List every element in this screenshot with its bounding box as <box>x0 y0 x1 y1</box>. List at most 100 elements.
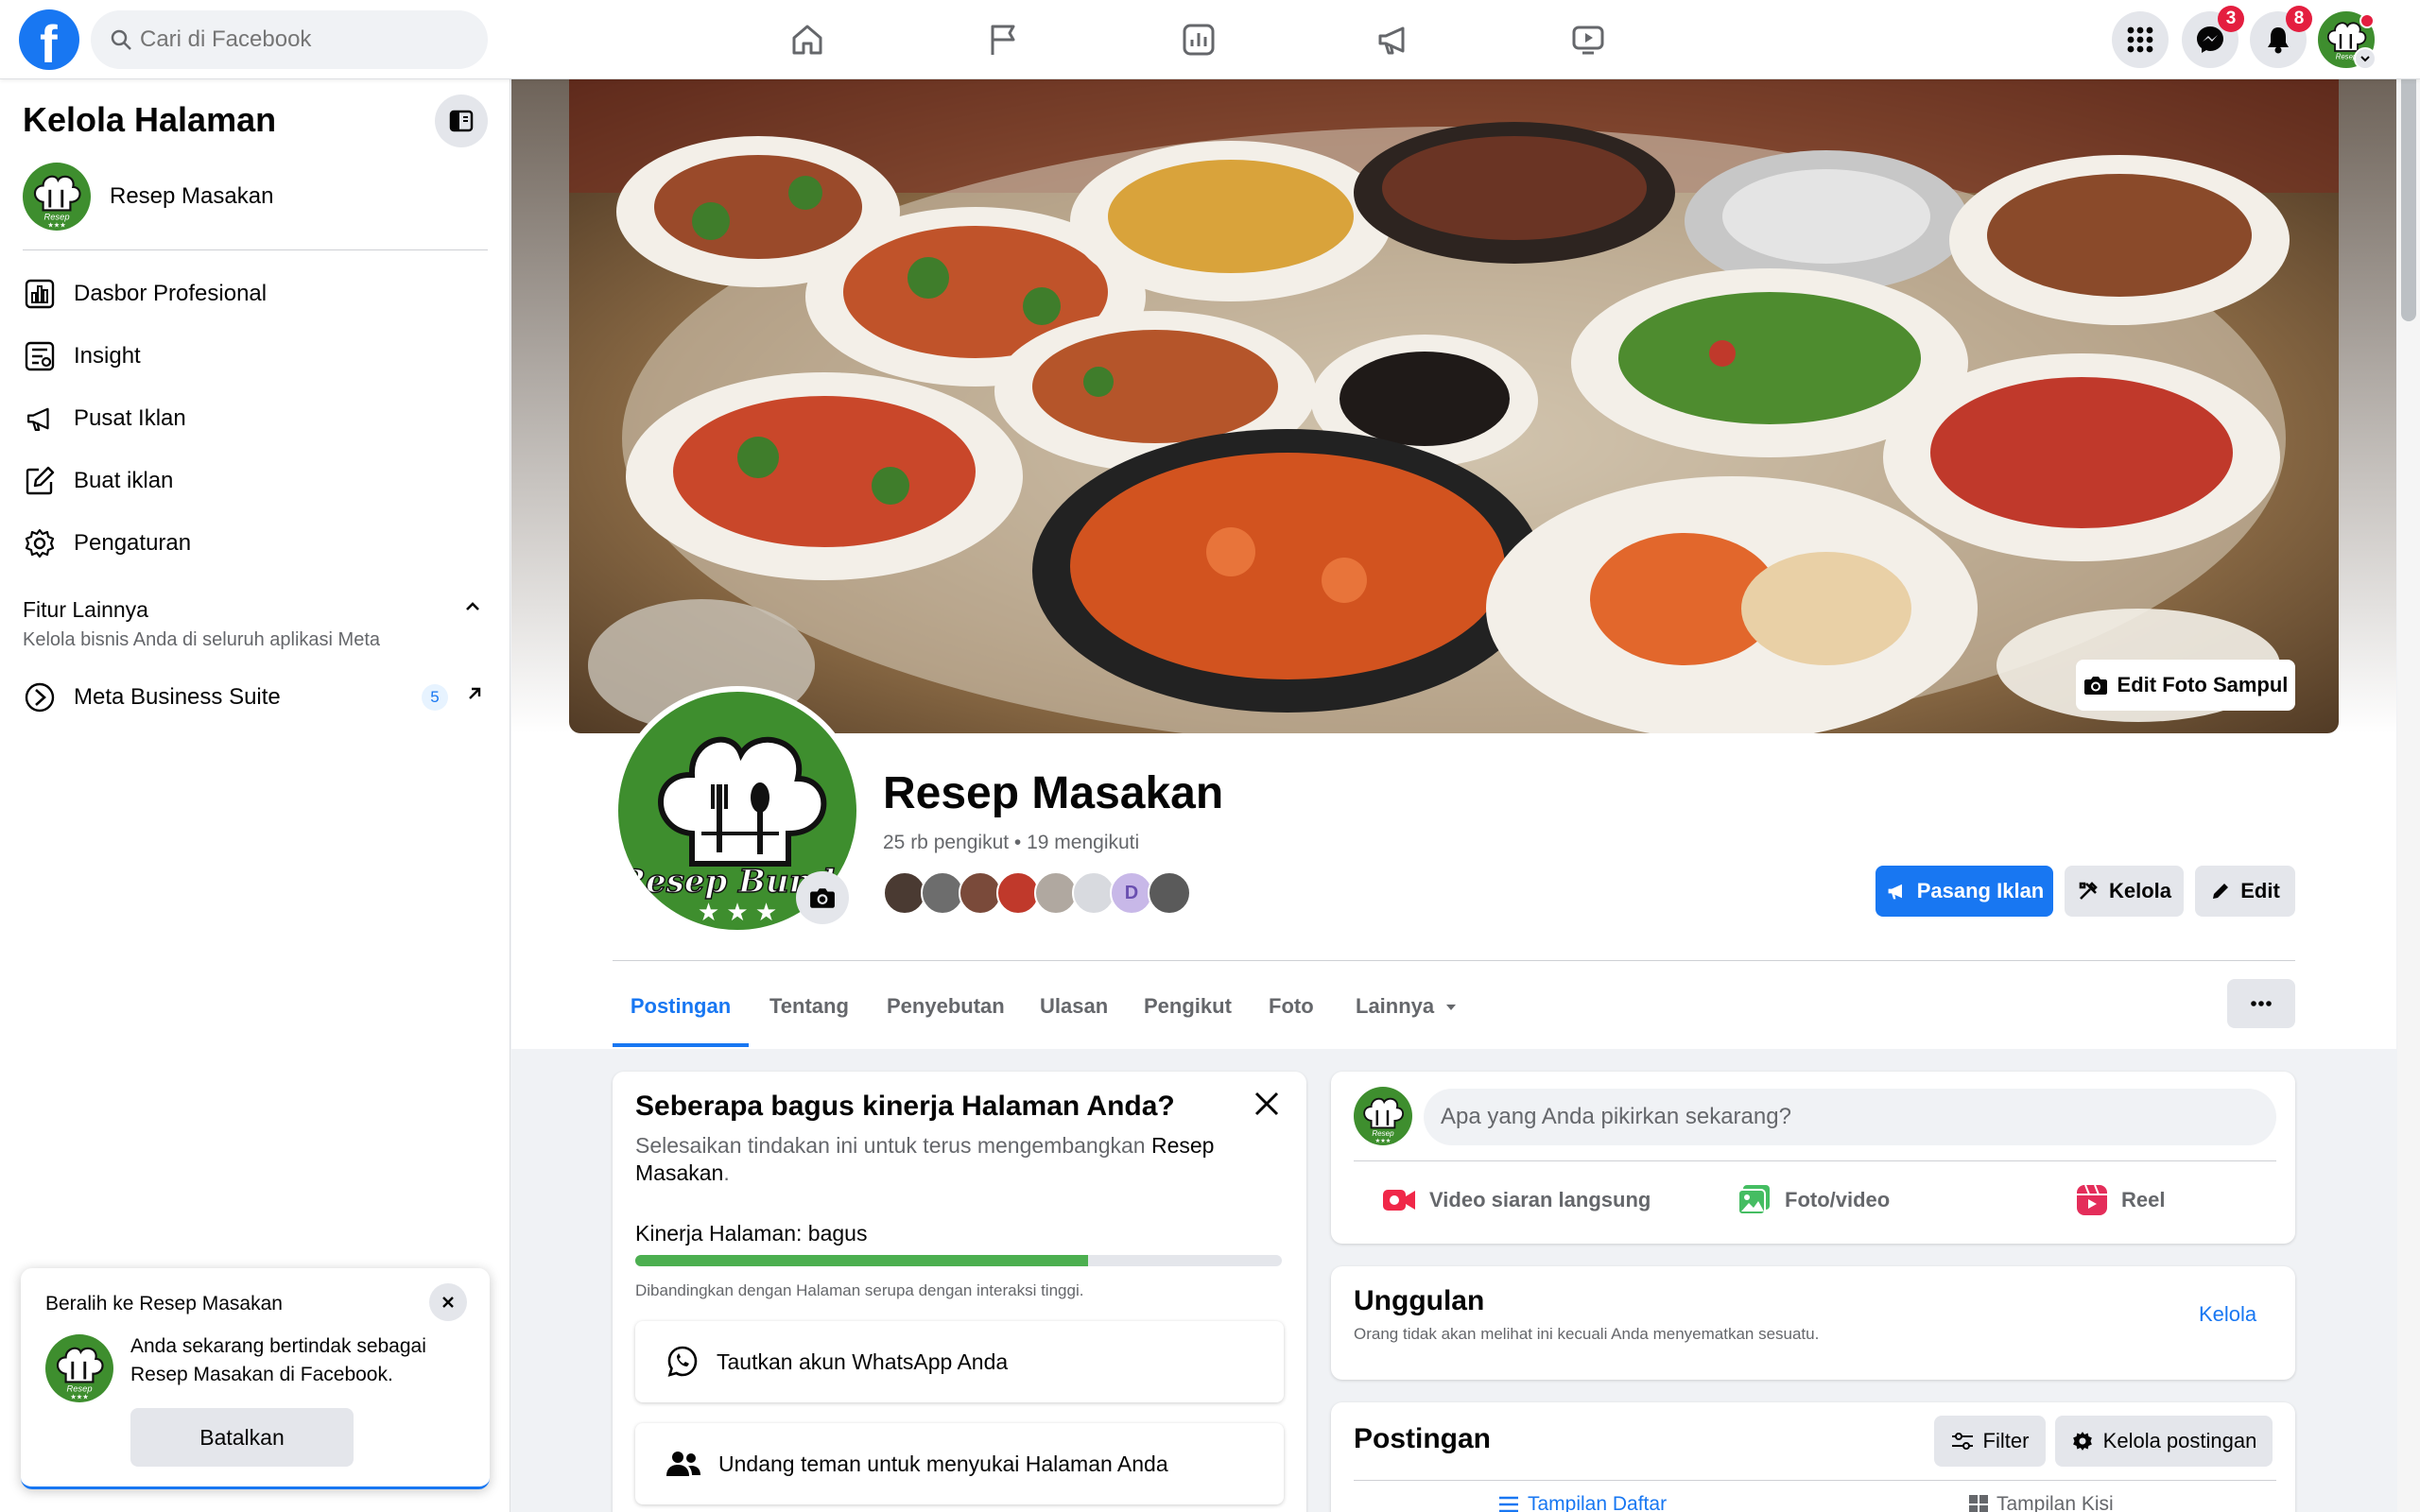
svg-text:★★★: ★★★ <box>70 1392 88 1400</box>
sidebar-item-label: Insight <box>74 343 141 369</box>
messenger-button[interactable]: 3 <box>2182 6 2244 68</box>
composer-avatar[interactable]: Resep ★★★ <box>1354 1087 1412 1145</box>
pencil-icon <box>2213 884 2229 899</box>
sidebar-item-ads-center[interactable]: Pusat Iklan <box>23 392 488 445</box>
edit-icon <box>26 466 55 495</box>
sidebar-item-professional-dashboard[interactable]: Dasbor Profesional <box>23 267 488 320</box>
reel-label: Reel <box>2121 1188 2166 1211</box>
megaphone-icon <box>1888 884 1902 900</box>
people-icon <box>666 1452 700 1476</box>
sidebar-page-name: Resep Masakan <box>110 183 274 209</box>
tab-followers[interactable]: Pengikut <box>1144 979 1232 1047</box>
facebook-logo[interactable]: f <box>19 9 79 74</box>
nav-insights[interactable] <box>1144 13 1253 66</box>
posts-divider <box>1354 1480 2276 1481</box>
featured-title: Unggulan <box>1354 1285 1485 1316</box>
list-view-tab[interactable]: Tampilan Daftar <box>1497 1493 1667 1512</box>
composer-input[interactable]: Apa yang Anda pikirkan sekarang? <box>1424 1089 2276 1145</box>
megaphone-icon <box>1378 26 1405 55</box>
sidebar-item-label: Pusat Iklan <box>74 405 186 431</box>
chevron-up-icon <box>466 602 479 610</box>
sidebar-item-settings[interactable]: Pengaturan <box>23 517 488 570</box>
tab-posts[interactable]: Postingan <box>613 979 749 1047</box>
notifications-button[interactable]: 8 <box>2250 6 2312 68</box>
nav-ads[interactable] <box>1339 13 1448 66</box>
photo-video-button[interactable]: Foto/video <box>1737 1174 1890 1227</box>
page-options-button[interactable] <box>2227 979 2295 1028</box>
sidebar-divider <box>23 249 488 250</box>
close-icon <box>442 1297 454 1308</box>
sidebar-collapse-button[interactable] <box>435 94 488 147</box>
performance-close-button[interactable] <box>1252 1089 1282 1119</box>
grid-view-tab[interactable]: Tampilan Kisi <box>1968 1493 2114 1512</box>
performance-description: Selesaikan tindakan ini untuk terus meng… <box>635 1133 1215 1185</box>
search-input[interactable] <box>140 10 471 69</box>
reel-button[interactable]: Reel <box>2076 1174 2165 1227</box>
nav-watch[interactable] <box>1533 13 1643 66</box>
external-link-button[interactable] <box>465 684 484 703</box>
sidebar-item-insight[interactable]: Insight <box>23 330 488 383</box>
tab-more-label: Lainnya <box>1356 994 1435 1018</box>
video-icon <box>1572 26 1604 55</box>
page-performance-card: Seberapa bagus kinerja Halaman Anda? Sel… <box>613 1072 1306 1512</box>
sidebar-item-label: Pengaturan <box>74 530 192 556</box>
filter-button[interactable]: Filter <box>1934 1416 2046 1467</box>
nav-home[interactable] <box>752 13 862 66</box>
performance-rating-label: Kinerja Halaman: bagus <box>635 1221 868 1246</box>
performance-description-text: Selesaikan tindakan ini untuk terus meng… <box>635 1133 1151 1158</box>
featured-manage-link[interactable]: Kelola <box>2199 1302 2256 1327</box>
search-box[interactable] <box>91 10 488 69</box>
more-features-description: Kelola bisnis Anda di seluruh aplikasi M… <box>23 629 380 650</box>
home-icon <box>792 25 822 55</box>
svg-text:★ ★ ★: ★ ★ ★ <box>698 898 777 926</box>
link-whatsapp-action[interactable]: Tautkan akun WhatsApp Anda <box>635 1321 1284 1402</box>
page-scrollbar[interactable] <box>2397 0 2420 1512</box>
tab-more[interactable]: Lainnya <box>1356 979 1459 1047</box>
cover-photo[interactable] <box>569 79 2339 733</box>
change-profile-photo-button[interactable] <box>796 871 849 924</box>
boost-ad-button[interactable]: Pasang Iklan <box>1876 866 2053 917</box>
sidebar-current-page[interactable]: Resep ★★★ Resep Masakan <box>23 163 273 231</box>
svg-text:★★★: ★★★ <box>47 220 65 229</box>
switch-card-close-button[interactable] <box>429 1283 467 1321</box>
messenger-badge: 3 <box>2218 6 2244 32</box>
page-avatar: Resep ★★★ <box>23 163 91 231</box>
featured-card: Unggulan Orang tidak akan melihat ini ke… <box>1331 1266 2295 1380</box>
sidebar-title: Kelola Halaman <box>23 100 277 139</box>
edit-label: Edit <box>2240 879 2280 902</box>
tab-reviews[interactable]: Ulasan <box>1040 979 1108 1047</box>
tab-photos[interactable]: Foto <box>1269 979 1314 1047</box>
sidebar-item-create-ad[interactable]: Buat iklan <box>23 455 488 507</box>
cancel-button[interactable]: Batalkan <box>130 1408 354 1467</box>
live-video-button[interactable]: Video siaran langsung <box>1382 1174 1651 1227</box>
edit-cover-photo-button[interactable]: Edit Foto Sampul <box>2076 660 2295 711</box>
search-icon <box>111 29 131 50</box>
manage-posts-button[interactable]: Kelola postingan <box>2055 1416 2273 1467</box>
sidebar-item-meta-business-suite[interactable]: Meta Business Suite <box>23 671 488 724</box>
food-cover-image <box>569 79 2339 733</box>
account-status-dot <box>2360 13 2375 28</box>
menu-button[interactable] <box>2112 11 2169 68</box>
page-follower-stats[interactable]: 25 rb pengikut • 19 mengikuti <box>883 832 1139 854</box>
tab-about[interactable]: Tentang <box>769 979 849 1047</box>
switch-card-avatar: Resep ★★★ <box>45 1334 113 1402</box>
edit-page-button[interactable]: Edit <box>2195 866 2295 917</box>
featured-description: Orang tidak akan melihat ini kecuali And… <box>1354 1325 1820 1343</box>
reel-icon <box>2077 1184 2107 1215</box>
follower-avatar[interactable] <box>1148 871 1191 915</box>
account-menu-chevron[interactable] <box>2354 47 2377 70</box>
page-title: Resep Masakan <box>883 768 1224 818</box>
invite-friends-label: Undang teman untuk menyukai Halaman Anda <box>718 1451 1168 1476</box>
tab-mentions[interactable]: Penyebutan <box>887 979 1005 1047</box>
more-features-toggle[interactable] <box>463 597 482 616</box>
manage-button[interactable]: Kelola <box>2065 866 2184 917</box>
sidebar-item-label: Dasbor Profesional <box>74 281 268 306</box>
follower-avatars[interactable]: D <box>883 871 1191 915</box>
posts-title: Postingan <box>1354 1423 1492 1454</box>
nav-pages[interactable] <box>949 13 1059 66</box>
invite-friends-action[interactable]: Undang teman untuk menyukai Halaman Anda <box>635 1423 1284 1504</box>
switch-card-title: Beralih ke Resep Masakan <box>45 1293 283 1314</box>
camera-icon <box>2083 677 2107 695</box>
insight-icon <box>25 341 55 371</box>
chef-hat-logo-icon: Resep★★★ <box>33 175 81 229</box>
